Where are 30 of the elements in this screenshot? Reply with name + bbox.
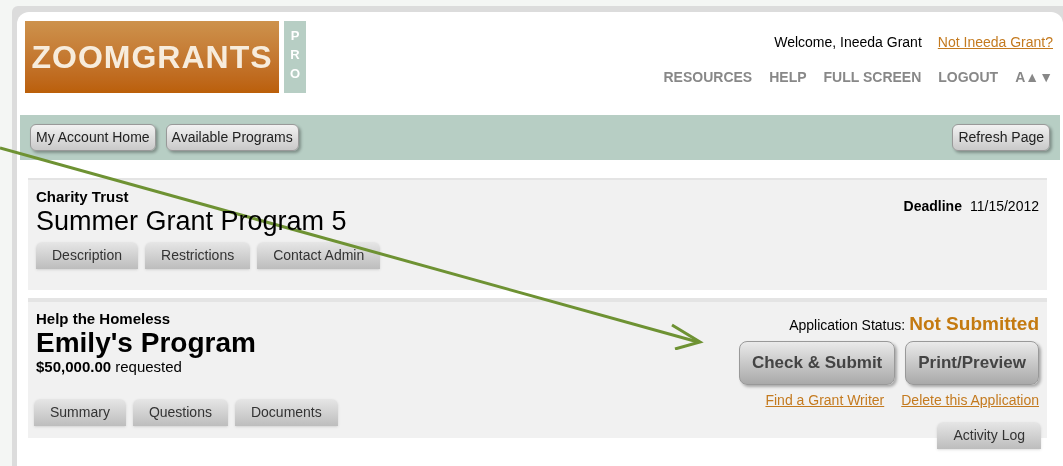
action-link[interactable]: Delete this Application — [901, 389, 1039, 411]
requested-amount: $50,000.00 requested — [36, 358, 183, 375]
welcome-text: Welcome, Ineeda Grant — [774, 33, 922, 52]
deadline-date: 11/15/2012 — [969, 197, 1039, 216]
toolbar-button[interactable]: My Account Home — [30, 124, 156, 151]
organization-name: Help the Homeless — [36, 310, 172, 327]
action-link[interactable]: Find a Grant Writer — [765, 389, 885, 411]
deadline-label: Deadline — [903, 197, 962, 216]
application-tab[interactable]: Questions — [132, 399, 228, 426]
application-tab[interactable]: Summary — [34, 399, 126, 426]
activity-log-tab[interactable]: Activity Log — [937, 421, 1041, 449]
nav-link[interactable]: FULL SCREEN — [823, 67, 922, 88]
refresh-button[interactable]: Refresh Page — [952, 124, 1050, 151]
application-title: Emily's Program — [36, 327, 257, 358]
nav-link[interactable]: LOGOUT — [938, 67, 999, 88]
action-button[interactable]: Check & Submit — [738, 340, 896, 385]
switch-user-link[interactable]: Not Ineeda Grant? — [937, 32, 1053, 53]
nav-link[interactable]: A▲▼ — [1015, 67, 1053, 88]
program-tab[interactable]: Contact Admin — [257, 242, 381, 269]
toolbar-button[interactable]: Available Programs — [165, 124, 299, 151]
status-label: Application Status: — [789, 316, 906, 335]
funder-name: Charity Trust — [36, 188, 130, 205]
program-tab[interactable]: Restrictions — [145, 242, 251, 269]
action-button[interactable]: Print/Preview — [905, 340, 1039, 385]
nav-link[interactable]: RESOURCES — [663, 67, 753, 88]
nav-link[interactable]: HELP — [769, 67, 807, 88]
application-tab[interactable]: Documents — [234, 399, 338, 426]
status-value: Not Submitted — [909, 312, 1039, 336]
pro-badge: PRO — [284, 21, 306, 93]
program-tab[interactable]: Description — [36, 242, 139, 269]
